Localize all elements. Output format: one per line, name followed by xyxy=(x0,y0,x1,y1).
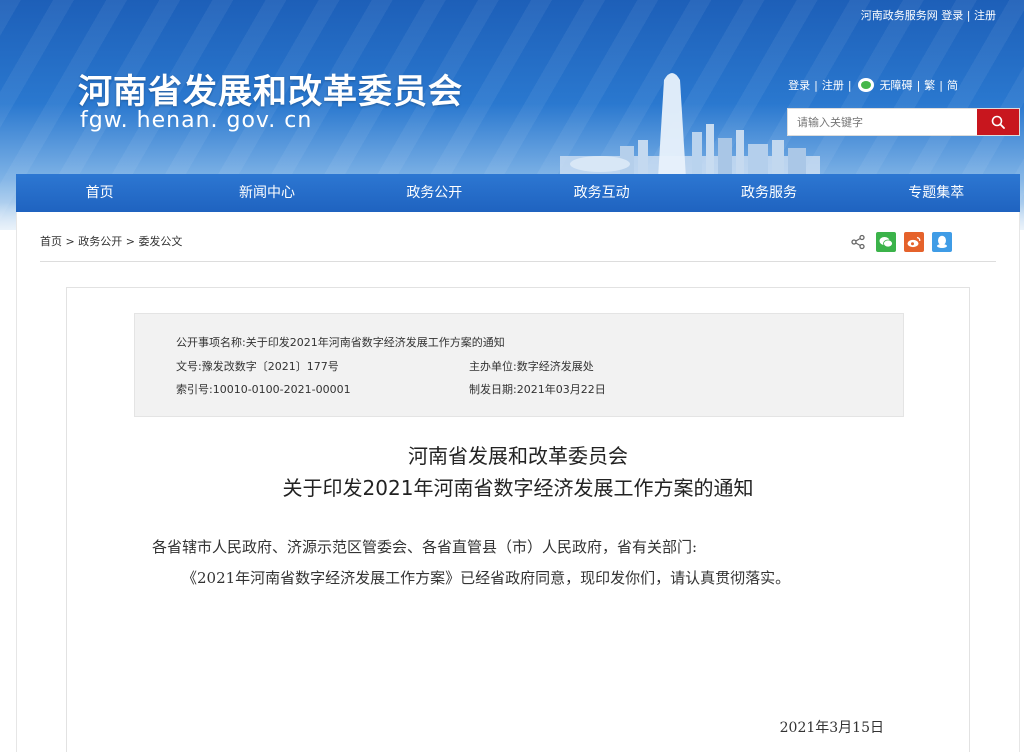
utility-links: 登录 | 注册 | 无障碍 | 繁 | 简 xyxy=(788,77,958,93)
util-register-link[interactable]: 注册 xyxy=(822,77,844,93)
wechat-icon[interactable] xyxy=(857,78,874,92)
document-salutation: 各省辖市人民政府、济源示范区管委会、各省直管县（市）人民政府，省有关部门: xyxy=(152,538,698,556)
site-title: 河南省发展和改革委员会 xyxy=(78,72,463,112)
breadcrumb-gov-affairs[interactable]: 政务公开 xyxy=(78,235,122,248)
breadcrumb-documents[interactable]: 委发公文 xyxy=(138,235,182,248)
site-domain: fgw. henan. gov. cn xyxy=(80,108,313,133)
meta-index-number: 索引号:10010-0100-2021-00001 xyxy=(176,383,351,396)
share-weibo-icon[interactable] xyxy=(904,232,924,252)
top-link-register[interactable]: 注册 xyxy=(974,9,996,22)
breadcrumb: 首页 > 政务公开 > 委发公文 xyxy=(40,235,183,248)
accessibility-link[interactable]: 无障碍 xyxy=(880,77,913,93)
search-box xyxy=(787,108,1020,136)
breadcrumb-home[interactable]: 首页 xyxy=(40,235,62,248)
nav-item-topics[interactable]: 专题集萃 xyxy=(853,174,1020,212)
share-icon[interactable] xyxy=(848,232,868,252)
share-bar xyxy=(848,232,952,252)
document-title-line2: 关于印发2021年河南省数字经济发展工作方案的通知 xyxy=(282,476,754,500)
top-links: 河南政务服务网 登录 | 注册 xyxy=(860,9,996,22)
meta-host-unit: 主办单位:数字经济发展处 xyxy=(469,360,594,373)
nav-item-services[interactable]: 政务服务 xyxy=(685,174,852,212)
share-qq-icon[interactable] xyxy=(932,232,952,252)
nav-item-home[interactable]: 首页 xyxy=(16,174,183,212)
traditional-chinese-link[interactable]: 繁 xyxy=(924,77,935,93)
search-input[interactable] xyxy=(788,109,977,135)
main-nav: 首页 新闻中心 政务公开 政务互动 政务服务 专题集萃 xyxy=(16,174,1020,212)
document-paragraph: 《2021年河南省数字经济发展工作方案》已经省政府同意，现印发你们，请认真贯彻落… xyxy=(182,569,791,587)
simplified-chinese-link[interactable]: 简 xyxy=(947,77,958,93)
nav-item-interaction[interactable]: 政务互动 xyxy=(518,174,685,212)
top-link-henan-service[interactable]: 河南政务服务网 xyxy=(861,9,938,22)
search-button[interactable] xyxy=(977,109,1019,135)
search-icon xyxy=(991,115,1005,129)
nav-item-gov-affairs[interactable]: 政务公开 xyxy=(351,174,518,212)
document-title-line1: 河南省发展和改革委员会 xyxy=(408,444,628,468)
meta-doc-number: 文号:豫发改数字〔2021〕177号 xyxy=(176,360,339,373)
share-wechat-icon[interactable] xyxy=(876,232,896,252)
meta-issue-date: 制发日期:2021年03月22日 xyxy=(469,383,606,396)
nav-item-news[interactable]: 新闻中心 xyxy=(183,174,350,212)
meta-item-name: 公开事项名称:关于印发2021年河南省数字经济发展工作方案的通知 xyxy=(176,336,505,349)
top-link-login[interactable]: 登录 xyxy=(941,9,963,22)
city-skyline-image xyxy=(560,73,820,180)
divider xyxy=(40,261,996,262)
util-login-link[interactable]: 登录 xyxy=(788,77,810,93)
document-date: 2021年3月15日 xyxy=(779,720,884,736)
